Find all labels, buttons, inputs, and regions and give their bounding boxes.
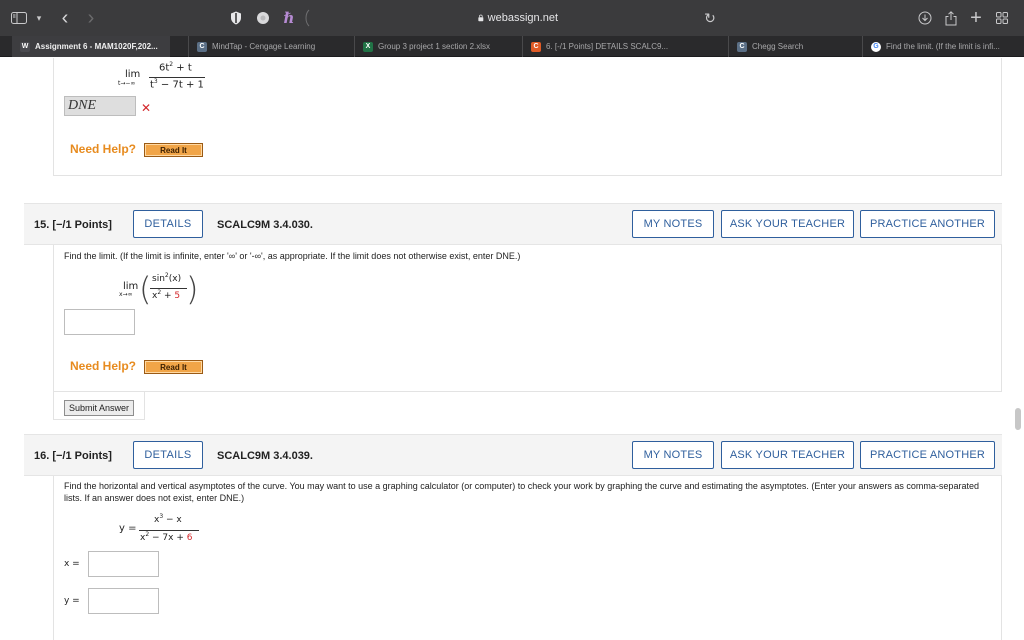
tab-label: MindTap - Cengage Learning xyxy=(212,42,316,51)
q15-my-notes-button[interactable]: MY NOTES xyxy=(632,210,714,238)
tab-google-search[interactable]: G Find the limit. (If the limit is infi.… xyxy=(862,36,1024,57)
sidebar-toggle-icon[interactable] xyxy=(10,0,28,36)
q15-lim-subscript: x→∞ xyxy=(119,291,133,298)
browser-toolbar: ▾ ‹ › ℏ webassign.net ↻ + xyxy=(0,0,1024,36)
page-scrollbar[interactable] xyxy=(1015,408,1021,430)
new-tab-icon[interactable]: + xyxy=(969,0,983,36)
q15-submit-button[interactable]: Submit Answer xyxy=(64,400,134,416)
q14-denominator: t3 − 7t + 1 xyxy=(150,78,204,91)
q14-numerator: 6t2 + t xyxy=(159,61,192,74)
tab-excel[interactable]: X Group 3 project 1 section 2.xlsx xyxy=(354,36,514,57)
excel-favicon-icon: X xyxy=(363,41,373,52)
q15-practice-another-button[interactable]: PRACTICE ANOTHER xyxy=(860,210,995,238)
tab-label: 6. [-/1 Points] DETAILS SCALC9... xyxy=(546,42,669,51)
back-arrow-icon[interactable]: ‹ xyxy=(58,0,72,36)
q16-y-equals: y = xyxy=(119,523,137,534)
tab-question-6[interactable]: C 6. [-/1 Points] DETAILS SCALC9... xyxy=(522,36,728,57)
q14-answer-field[interactable]: DNE xyxy=(64,96,136,116)
chegg-favicon-icon: C xyxy=(737,41,747,52)
cengage-favicon-icon: C xyxy=(197,41,207,52)
q15-details-button[interactable]: DETAILS xyxy=(133,210,203,238)
chevron-down-icon[interactable]: ▾ xyxy=(34,0,44,36)
tab-label: Assignment 6 - MAM1020F,202... xyxy=(35,42,158,51)
q15-ask-teacher-button[interactable]: ASK YOUR TEACHER xyxy=(721,210,854,238)
q16-denominator: x2 − 7x + 6 xyxy=(140,531,193,543)
q16-y-label: y = xyxy=(64,596,80,606)
q16-x-label: x = xyxy=(64,559,80,569)
privacy-shield-icon[interactable] xyxy=(228,0,244,36)
q15-right-paren: ) xyxy=(186,270,199,308)
q15-left-paren: ( xyxy=(139,270,152,308)
extension-separator-icon xyxy=(304,0,310,36)
q14-lim: lim xyxy=(125,69,141,80)
downloads-icon[interactable] xyxy=(918,0,932,36)
tab-chegg[interactable]: C Chegg Search xyxy=(728,36,854,57)
share-icon[interactable] xyxy=(944,0,958,36)
tab-mindtap[interactable]: C MindTap - Cengage Learning xyxy=(188,36,340,57)
address-text: webassign.net xyxy=(487,12,558,24)
q16-prompt: Find the horizontal and vertical asympto… xyxy=(64,481,979,503)
tab-assignment[interactable]: W Assignment 6 - MAM1020F,202... xyxy=(12,36,170,57)
q15-code: SCALC9M 3.4.030. xyxy=(217,219,313,231)
q15-denominator: x2 + 5 xyxy=(152,289,181,301)
tab-bar: W Assignment 6 - MAM1020F,202... C MindT… xyxy=(0,36,1024,57)
tab-label: Find the limit. (If the limit is infi... xyxy=(886,42,1000,51)
q15-answer-field[interactable] xyxy=(64,309,135,335)
q16-code: SCALC9M 3.4.039. xyxy=(217,450,313,462)
q16-my-notes-button[interactable]: MY NOTES xyxy=(632,441,714,469)
q16-number: 16. [−/1 Points] xyxy=(34,450,112,462)
q14-read-it-button[interactable]: Read It xyxy=(144,143,203,157)
q15-numerator: sin2(x) xyxy=(152,272,182,284)
q16-numerator: x3 − x xyxy=(154,513,182,525)
q16-y-answer-field[interactable] xyxy=(88,588,159,614)
google-favicon-icon: G xyxy=(871,41,881,52)
q15-number: 15. [−/1 Points] xyxy=(34,219,112,231)
q14-lim-subscript: t→−∞ xyxy=(118,80,136,87)
q14-need-help: Need Help? xyxy=(70,142,137,156)
extension-icon[interactable] xyxy=(256,0,270,36)
webassign-page: lim t→−∞ 6t2 + t t3 − 7t + 1 DNE ✕ Need … xyxy=(0,58,1024,640)
incorrect-x-icon: ✕ xyxy=(141,101,152,115)
webassign-favicon-icon: W xyxy=(20,41,30,52)
q15-need-help: Need Help? xyxy=(70,359,137,373)
q15-read-it-button[interactable]: Read It xyxy=(144,360,203,374)
question-14-body xyxy=(53,58,1002,176)
hypothesis-extension-icon[interactable]: ℏ xyxy=(282,0,296,36)
q16-details-button[interactable]: DETAILS xyxy=(133,441,203,469)
q16-practice-another-button[interactable]: PRACTICE ANOTHER xyxy=(860,441,995,469)
tab-label: Chegg Search xyxy=(752,42,804,51)
tab-label: Group 3 project 1 section 2.xlsx xyxy=(378,42,491,51)
forward-arrow-icon[interactable]: › xyxy=(84,0,98,36)
question-15-header: 15. [−/1 Points] DETAILS SCALC9M 3.4.030… xyxy=(24,203,1002,245)
address-bar[interactable]: webassign.net xyxy=(478,0,558,36)
lock-icon xyxy=(478,14,484,22)
reload-icon[interactable]: ↻ xyxy=(702,0,718,36)
q16-ask-teacher-button[interactable]: ASK YOUR TEACHER xyxy=(721,441,854,469)
cengage-orange-favicon-icon: C xyxy=(531,41,541,52)
q15-prompt: Find the limit. (If the limit is infinit… xyxy=(64,251,521,261)
q16-x-answer-field[interactable] xyxy=(88,551,159,577)
question-16-header: 16. [−/1 Points] DETAILS SCALC9M 3.4.039… xyxy=(24,434,1002,476)
tab-overview-icon[interactable] xyxy=(995,0,1009,36)
